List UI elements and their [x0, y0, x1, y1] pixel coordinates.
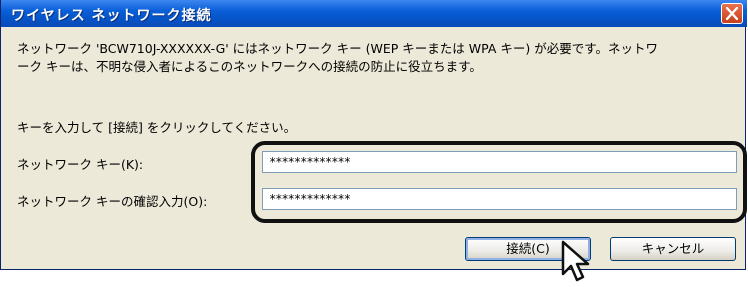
- network-key-input[interactable]: *************: [262, 151, 737, 173]
- network-key-message: ネットワーク 'BCW710J-XXXXXX-G' にはネットワーク キー (W…: [17, 40, 737, 76]
- close-icon: [726, 7, 738, 20]
- window-title: ワイヤレス ネットワーク接続: [11, 8, 212, 24]
- confirm-key-input[interactable]: *************: [262, 188, 737, 210]
- wireless-network-dialog: ワイヤレス ネットワーク接続 ネットワーク 'BCW710J-XXXXXX-G'…: [0, 0, 747, 270]
- mouse-pointer-icon: [561, 240, 590, 282]
- instruction-text: キーを入力して [接続] をクリックしてください。: [17, 120, 297, 135]
- message-line-1: ネットワーク 'BCW710J-XXXXXX-G' にはネットワーク キー (W…: [17, 41, 658, 56]
- network-key-label: ネットワーク キー(K):: [17, 157, 144, 172]
- title-bar[interactable]: ワイヤレス ネットワーク接続: [1, 0, 747, 27]
- confirm-key-label: ネットワーク キーの確認入力(O):: [17, 194, 208, 209]
- message-line-2: ーク キーは、不明な侵入者によるこのネットワークへの接続の防止に役立ちます。: [17, 59, 482, 74]
- close-button[interactable]: [721, 3, 743, 24]
- cancel-button[interactable]: キャンセル: [610, 237, 736, 261]
